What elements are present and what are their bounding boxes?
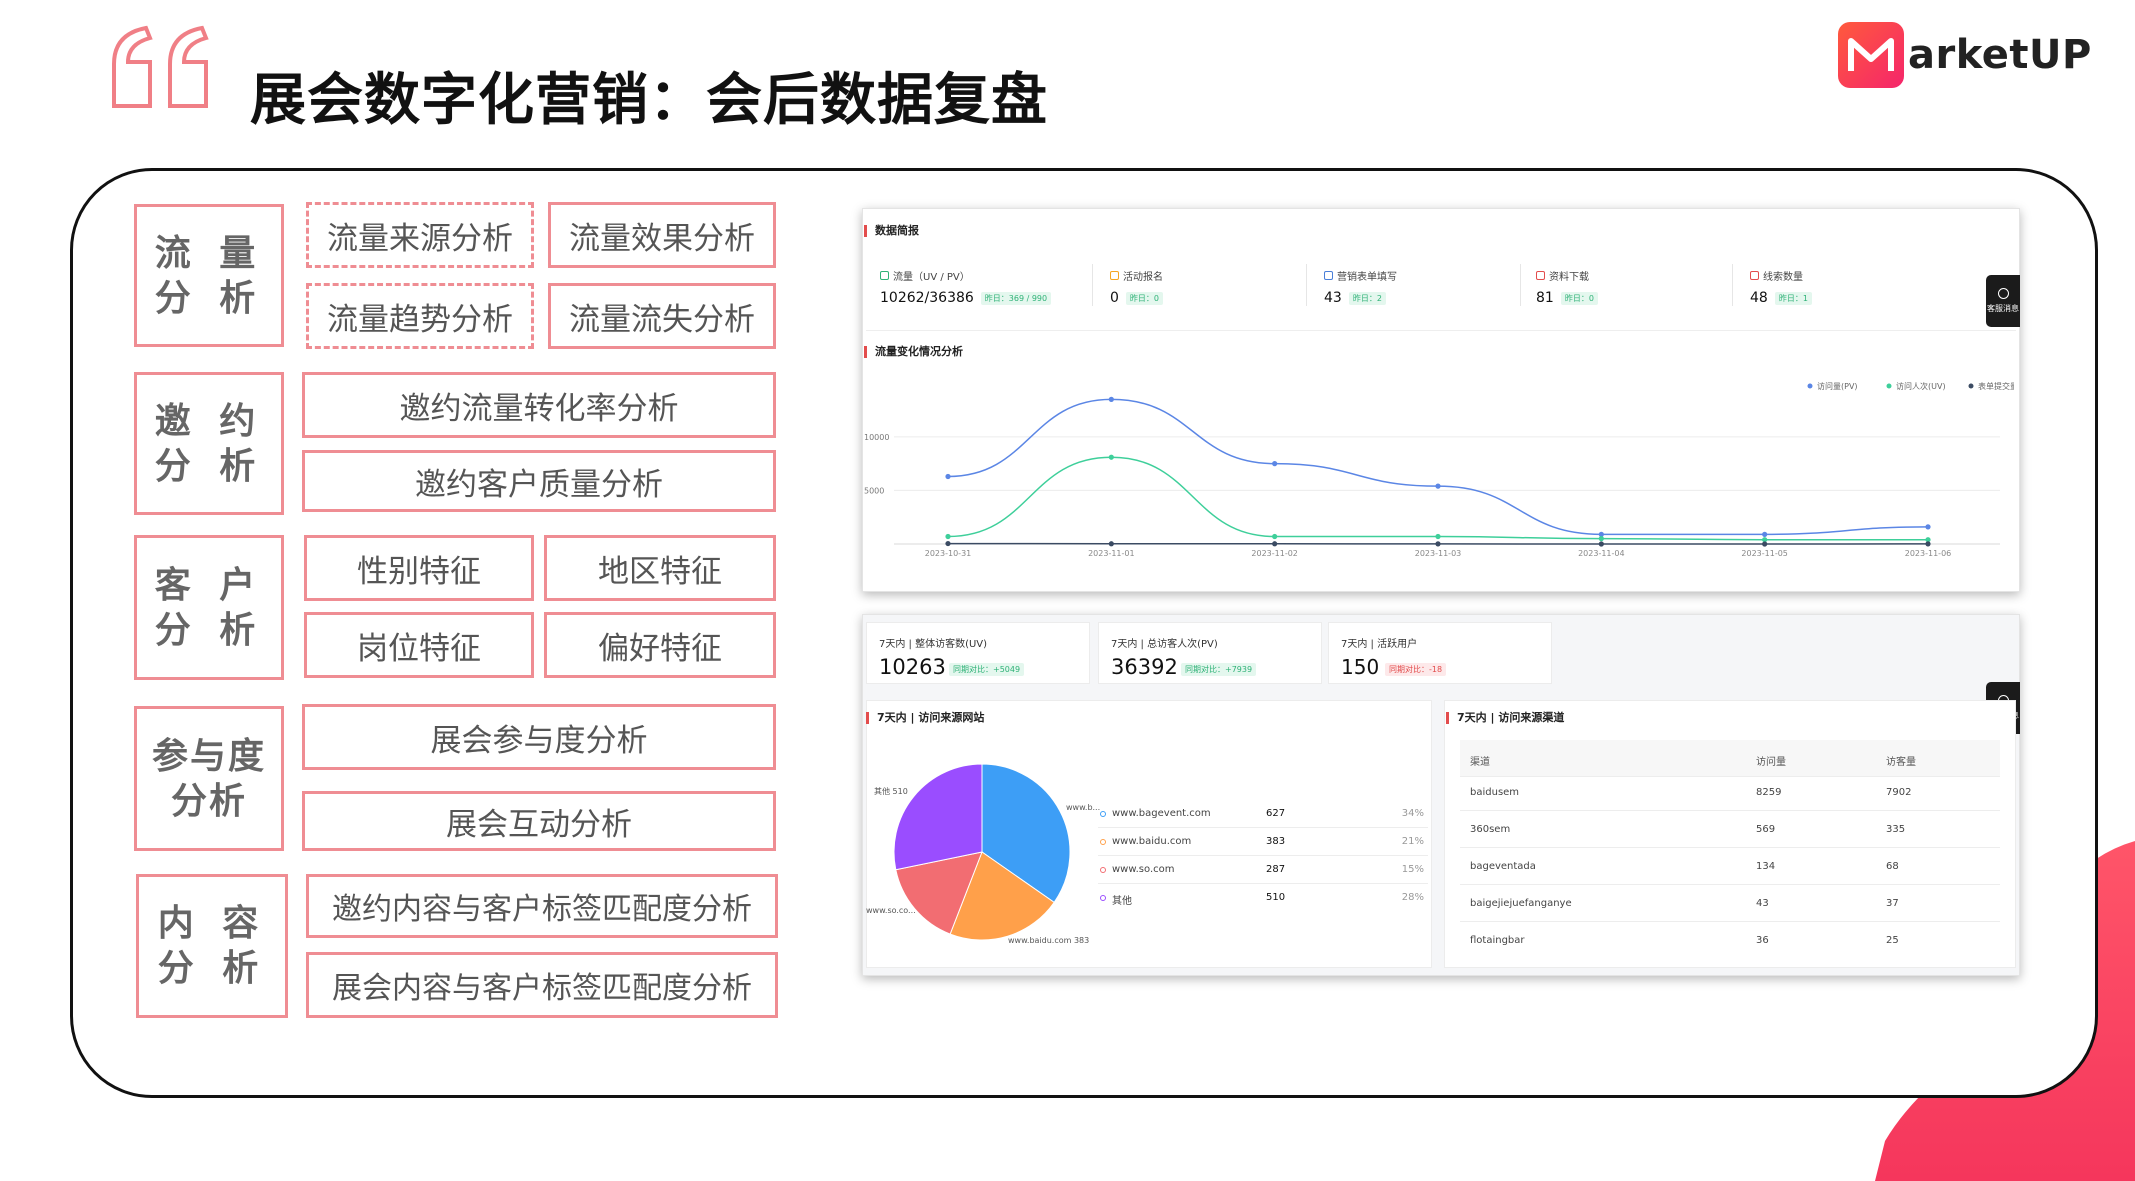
data-point: [1598, 536, 1604, 542]
customer-service-button[interactable]: 客服消息: [1986, 275, 2020, 327]
item-invite-content-match: 邀约内容与客户标签匹配度分析: [306, 874, 778, 938]
pie-slice: [893, 763, 983, 871]
stat-active: 7天内 | 活跃用户 150 同期对比：-18: [1328, 622, 1552, 684]
quote-mark-icon: [112, 25, 209, 108]
data-point: [1272, 461, 1278, 467]
brand-logo: arketUP: [1838, 22, 2092, 88]
data-point: [1272, 541, 1278, 547]
leads-icon: [1750, 271, 1759, 280]
data-point: [1762, 541, 1768, 547]
data-point: [1925, 541, 1931, 547]
category-engagement: 参与度 分析: [134, 706, 284, 851]
pie-label-baidu: www.baidu.com 383: [1008, 936, 1090, 945]
category-traffic: 流 量 分 析: [134, 204, 284, 347]
data-point: [1435, 541, 1441, 547]
data-point: [1435, 483, 1441, 489]
data-point: [1598, 541, 1604, 547]
logo-text: arketUP: [1908, 32, 2092, 78]
traffic-icon: [880, 271, 889, 280]
channels-title: 7天内 | 访问来源渠道: [1446, 712, 1564, 724]
table-row: bageventada 134 68: [1460, 848, 2000, 885]
kpi-registration: 活动报名 0 昨日：0: [1110, 271, 1164, 306]
data-point: [1762, 531, 1768, 537]
site-row: www.so.com 287 15%: [1098, 856, 1428, 884]
table-row: 360sem 569 335: [1460, 811, 2000, 848]
table-row: flotaingbar 36 25: [1470, 935, 1899, 946]
item-expo-content-match: 展会内容与客户标签匹配度分析: [306, 952, 778, 1018]
kpi-leads: 线索数量 48 昨日：1: [1750, 268, 1950, 306]
form-icon: [1324, 271, 1333, 280]
x-tick-label: 2023-11-06: [1905, 549, 1952, 558]
sites-pie-chart: [893, 763, 1071, 941]
y-tick-label: 5000: [864, 486, 884, 495]
pie-label-other: 其他 510: [874, 787, 908, 796]
category-invitation: 邀 约 分 析: [134, 372, 284, 515]
legend-marker: [1886, 383, 1892, 389]
traffic-trend-chart: 10000 5000 2023-10-31 2023-11-01 2023-11-02 2…: [864, 381, 2014, 558]
kpi-form: 营销表单填写 43 昨日：2: [1324, 271, 1397, 306]
channels-table-header: 渠道 访问量 访客量: [1460, 740, 2000, 777]
brief-title: 数据简报: [864, 225, 919, 237]
data-point: [1435, 533, 1441, 540]
item-traffic-source: 流量来源分析: [306, 202, 534, 268]
x-tick-label: 2023-11-03: [1415, 549, 1462, 558]
trend-title: 流量变化情况分析: [864, 346, 963, 358]
calendar-icon: [1110, 271, 1119, 280]
stat-uv: 7天内 | 整体访客数(UV) 10263 同期对比：+5049: [866, 622, 1090, 684]
item-preference: 偏好特征: [544, 612, 776, 678]
data-point: [1108, 541, 1114, 547]
site-row: 其他 510 28%: [1098, 884, 1428, 912]
item-gender: 性别特征: [304, 535, 534, 601]
y-tick-label: 10000: [864, 433, 889, 442]
data-point: [1272, 533, 1278, 540]
item-region: 地区特征: [544, 535, 776, 601]
data-point: [1925, 524, 1931, 530]
data-point: [945, 533, 951, 540]
data-point: [945, 540, 951, 547]
item-expo-interaction: 展会互动分析: [302, 791, 776, 851]
data-point: [945, 473, 951, 480]
item-position: 岗位特征: [304, 612, 534, 678]
legend-marker: [1807, 383, 1813, 389]
category-customer: 客 户 分 析: [134, 535, 284, 680]
page-title: 展会数字化营销：会后数据复盘: [250, 68, 1048, 133]
x-tick-label: 2023-10-31: [925, 549, 972, 558]
item-invite-quality: 邀约客户质量分析: [302, 450, 776, 512]
legend-label: 访问人次(UV): [1896, 381, 1946, 391]
series-line-1: [947, 456, 1928, 541]
download-icon: [1536, 271, 1545, 280]
x-tick-label: 2023-11-05: [1741, 549, 1788, 558]
data-point: [1108, 396, 1114, 402]
chat-icon: [1997, 288, 2009, 299]
table-row: baigejiejuefanganye 43 37: [1460, 885, 2000, 922]
legend-label: 表单提交量: [1978, 381, 2014, 391]
kpi-download: 资料下载 81 昨日：0: [1536, 268, 1736, 306]
sites-title: 7天内 | 访问来源网站: [866, 712, 984, 724]
x-tick-label: 2023-11-02: [1251, 549, 1298, 558]
series-line-0: [947, 398, 1929, 536]
item-traffic-trend: 流量趋势分析: [306, 283, 534, 349]
x-tick-label: 2023-11-01: [1088, 549, 1135, 558]
table-row: baidusem 8259 7902: [1460, 774, 2000, 811]
item-expo-engagement: 展会参与度分析: [302, 704, 776, 770]
x-tick-label: 2023-11-04: [1578, 549, 1625, 558]
site-row: www.baidu.com 383 21%: [1098, 828, 1428, 856]
logo-m-icon: [1838, 22, 1904, 88]
site-row: www.bagevent.com 627 34%: [1098, 800, 1428, 828]
item-invite-conversion: 邀约流量转化率分析: [302, 372, 776, 438]
item-traffic-effect: 流量效果分析: [548, 202, 776, 268]
pie-label-bagevent: www.b...: [1066, 803, 1101, 812]
stat-pv: 7天内 | 总访客人次(PV) 36392 同期对比：+7939: [1098, 622, 1322, 684]
category-content: 内 容 分 析: [136, 874, 288, 1018]
pie-label-so: www.so.co...: [866, 906, 916, 915]
legend-marker: [1968, 383, 1974, 389]
data-point: [1108, 454, 1114, 460]
item-traffic-loss: 流量流失分析: [548, 283, 776, 349]
legend-label: 访问量(PV): [1817, 381, 1858, 391]
kpi-traffic: 流量（UV / PV） 10262/36386 昨日：369 / 990: [880, 268, 1080, 306]
